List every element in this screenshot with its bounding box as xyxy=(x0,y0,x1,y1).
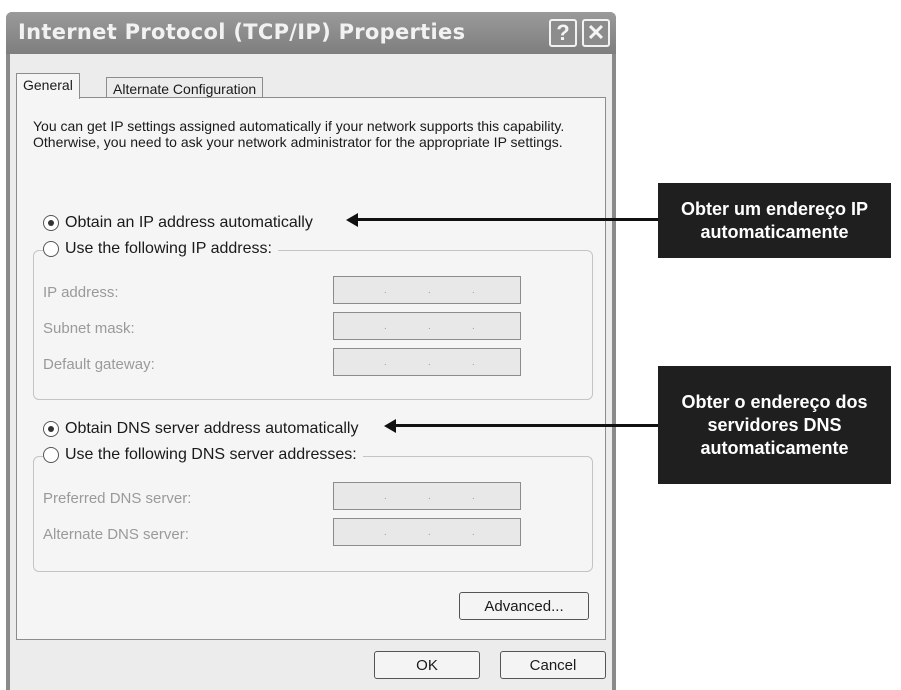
ip-callout-arrow xyxy=(356,218,658,221)
obtain-ip-auto-radio[interactable]: Obtain an IP address automatically xyxy=(43,214,319,232)
radio-unselected-icon xyxy=(43,241,59,257)
general-tab-panel: You can get IP settings assigned automat… xyxy=(16,97,606,640)
close-icon: ✕ xyxy=(586,20,606,45)
help-icon: ? xyxy=(556,20,570,45)
preferred-dns-label: Preferred DNS server: xyxy=(43,490,192,507)
radio-selected-icon xyxy=(43,421,59,437)
radio-unselected-icon xyxy=(43,447,59,463)
ip-address-label: IP address: xyxy=(43,284,119,301)
window-title: Internet Protocol (TCP/IP) Properties xyxy=(18,20,466,44)
obtain-dns-auto-label: Obtain DNS server address automatically xyxy=(65,420,359,437)
title-bar[interactable]: Internet Protocol (TCP/IP) Properties ? … xyxy=(6,12,616,54)
dns-callout-arrow xyxy=(394,424,658,427)
dns-callout-text: Obter o endereço dos servidores DNS auto… xyxy=(681,391,868,458)
preferred-dns-input[interactable]: ... xyxy=(333,482,521,510)
ip-address-input[interactable]: ... xyxy=(333,276,521,304)
default-gateway-label: Default gateway: xyxy=(43,356,155,373)
use-following-ip-radio[interactable]: Use the following IP address: xyxy=(43,240,278,258)
subnet-mask-label: Subnet mask: xyxy=(43,320,135,337)
subnet-mask-input[interactable]: ... xyxy=(333,312,521,340)
use-following-dns-label: Use the following DNS server addresses: xyxy=(65,446,357,463)
cancel-button[interactable]: Cancel xyxy=(500,651,606,679)
alternate-dns-label: Alternate DNS server: xyxy=(43,526,189,543)
close-button[interactable]: ✕ xyxy=(582,19,610,47)
description-text: You can get IP settings assigned automat… xyxy=(33,118,565,150)
ok-button[interactable]: OK xyxy=(374,651,480,679)
dialog-window: Internet Protocol (TCP/IP) Properties ? … xyxy=(6,12,616,690)
help-button[interactable]: ? xyxy=(549,19,577,47)
use-following-ip-label: Use the following IP address: xyxy=(65,240,272,257)
ip-callout: Obter um endereço IP automaticamente xyxy=(658,183,891,258)
obtain-ip-auto-label: Obtain an IP address automatically xyxy=(65,214,313,231)
use-following-dns-radio[interactable]: Use the following DNS server addresses: xyxy=(43,446,363,464)
dialog-client-area: General Alternate Configuration You can … xyxy=(10,54,612,690)
advanced-button[interactable]: Advanced... xyxy=(459,592,589,620)
radio-selected-icon xyxy=(43,215,59,231)
ip-callout-text: Obter um endereço IP automaticamente xyxy=(680,198,869,242)
dns-callout: Obter o endereço dos servidores DNS auto… xyxy=(658,366,891,484)
tab-general[interactable]: General xyxy=(16,73,80,99)
obtain-dns-auto-radio[interactable]: Obtain DNS server address automatically xyxy=(43,420,365,438)
default-gateway-input[interactable]: ... xyxy=(333,348,521,376)
dns-server-group xyxy=(33,456,593,572)
alternate-dns-input[interactable]: ... xyxy=(333,518,521,546)
